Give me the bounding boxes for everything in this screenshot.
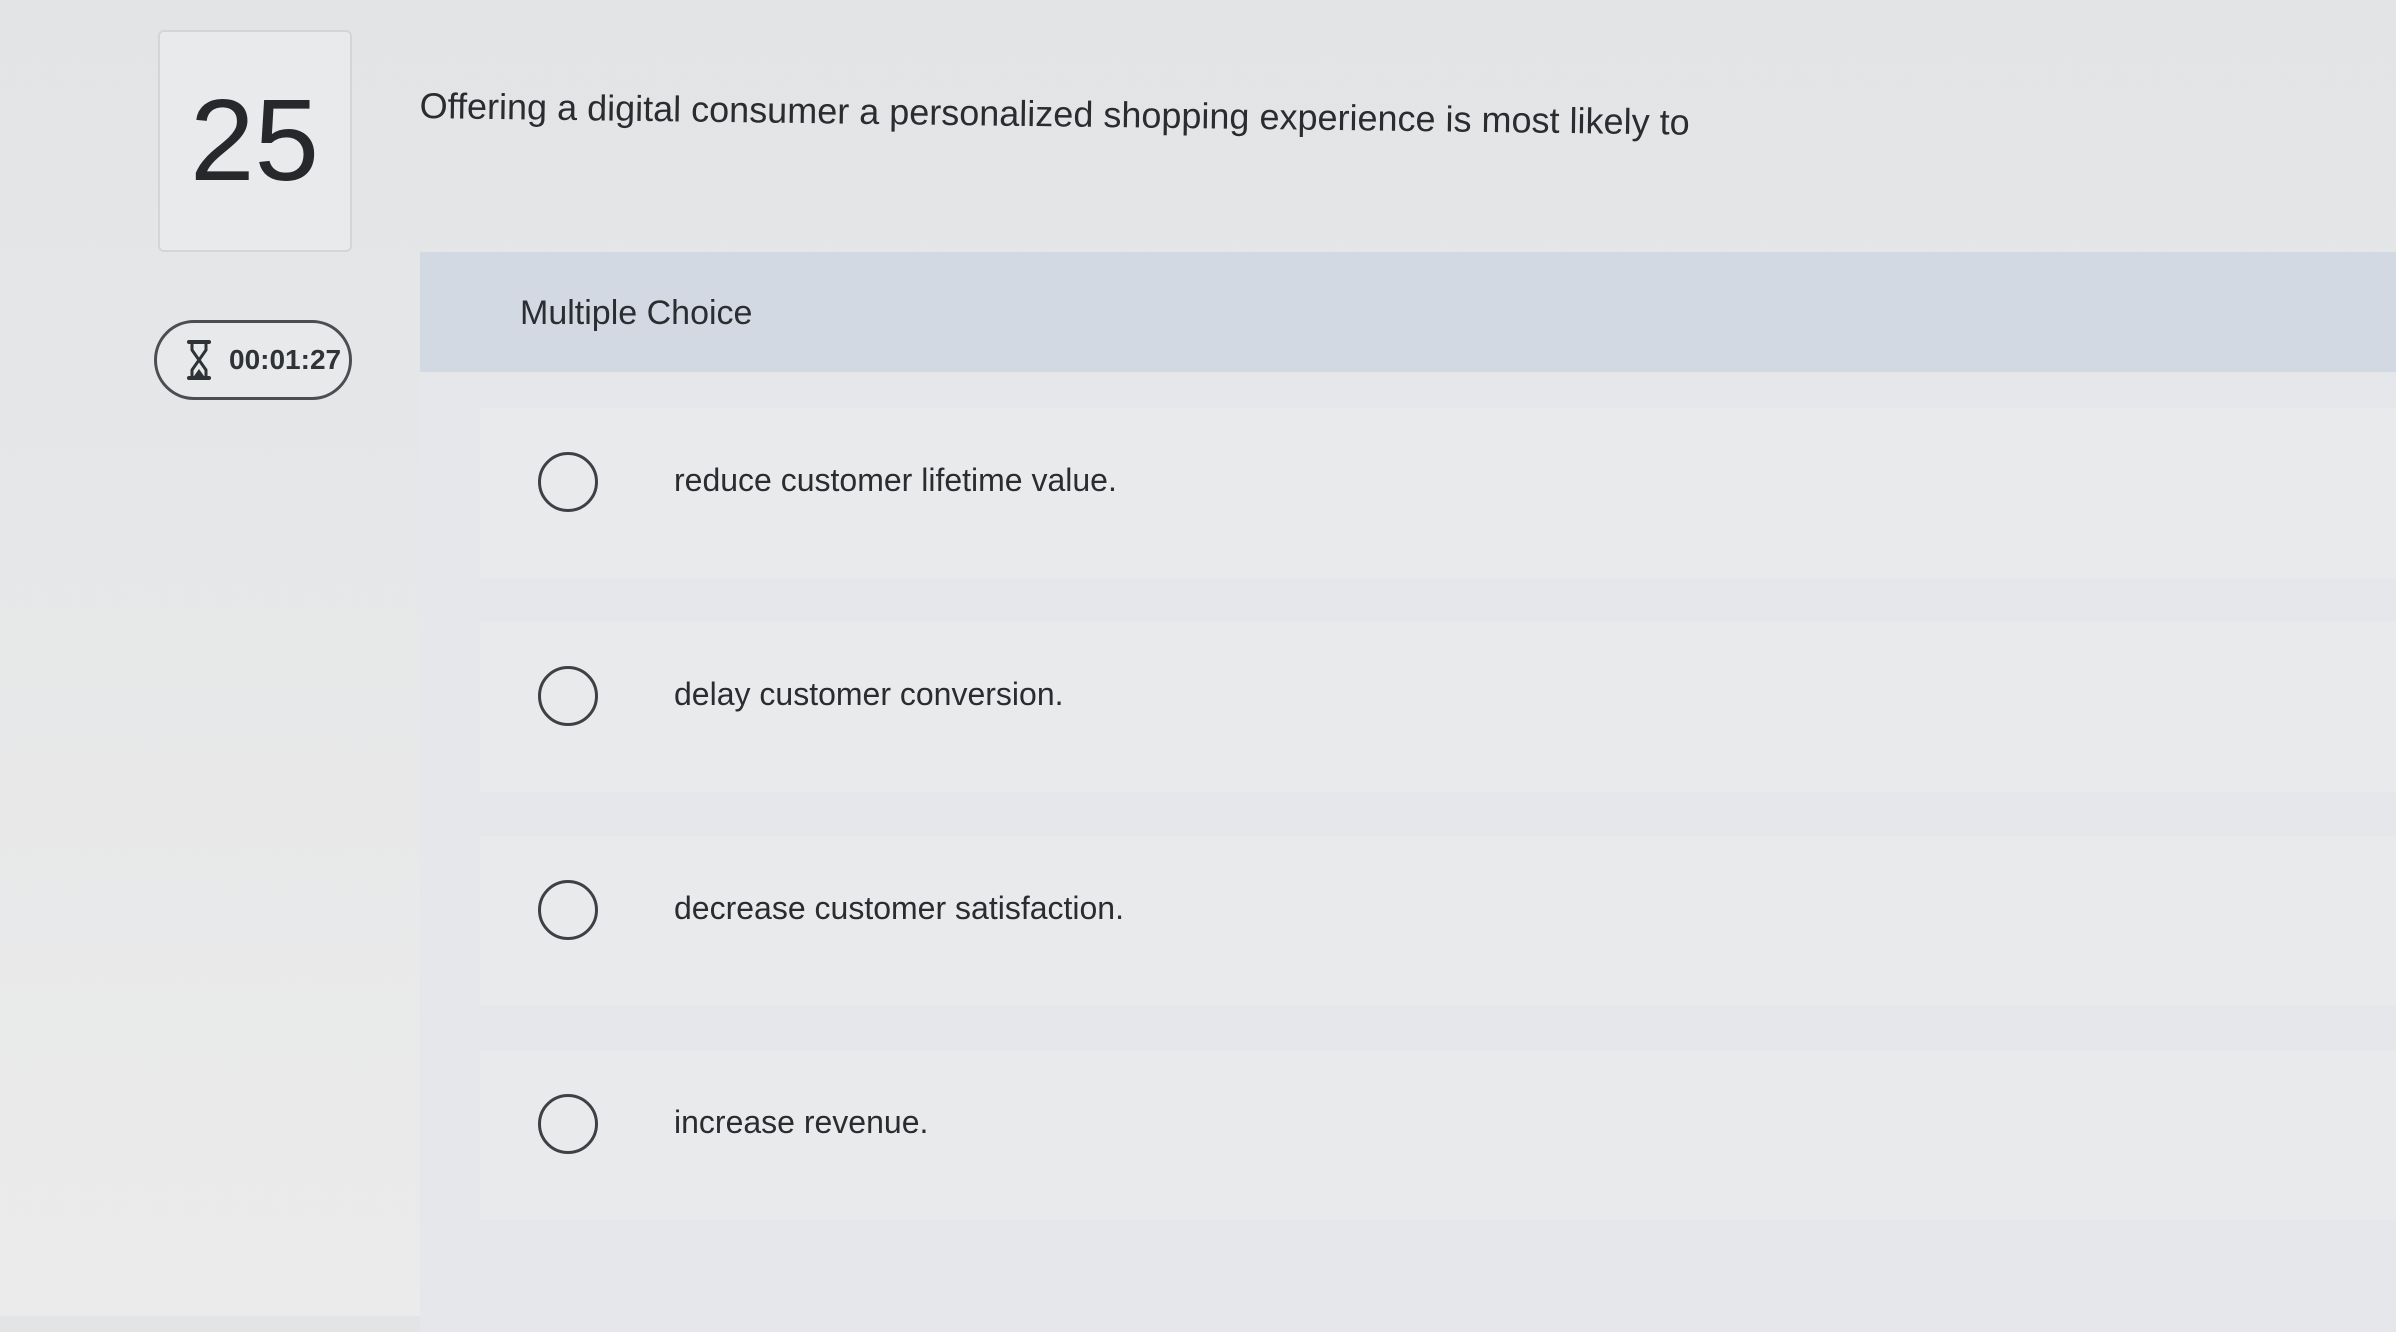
answer-option[interactable]: increase revenue.	[480, 1050, 2396, 1304]
radio-button[interactable]	[538, 452, 598, 512]
question-prompt: Offering a digital consumer a personaliz…	[419, 84, 1690, 143]
answer-option-label: reduce customer lifetime value.	[674, 462, 1117, 498]
question-number-box: 25	[158, 30, 352, 252]
radio-button[interactable]	[538, 666, 598, 726]
answer-option-label: decrease customer satisfaction.	[674, 890, 1124, 926]
question-number: 25	[190, 75, 320, 205]
timer[interactable]: 00:01:27	[154, 320, 352, 400]
answer-panel-header: Multiple Choice	[420, 252, 2396, 372]
answer-options: reduce customer lifetime value. delay cu…	[480, 408, 2396, 1304]
answer-panel: Multiple Choice reduce customer lifetime…	[420, 252, 2396, 1332]
answer-option-label: increase revenue.	[674, 1104, 929, 1140]
radio-button[interactable]	[538, 880, 598, 940]
answer-option-label: delay customer conversion.	[674, 676, 1064, 712]
question-type-label: Multiple Choice	[520, 294, 753, 332]
hourglass-icon	[181, 335, 217, 385]
radio-button[interactable]	[538, 1094, 598, 1154]
timer-value: 00:01:27	[229, 344, 342, 375]
